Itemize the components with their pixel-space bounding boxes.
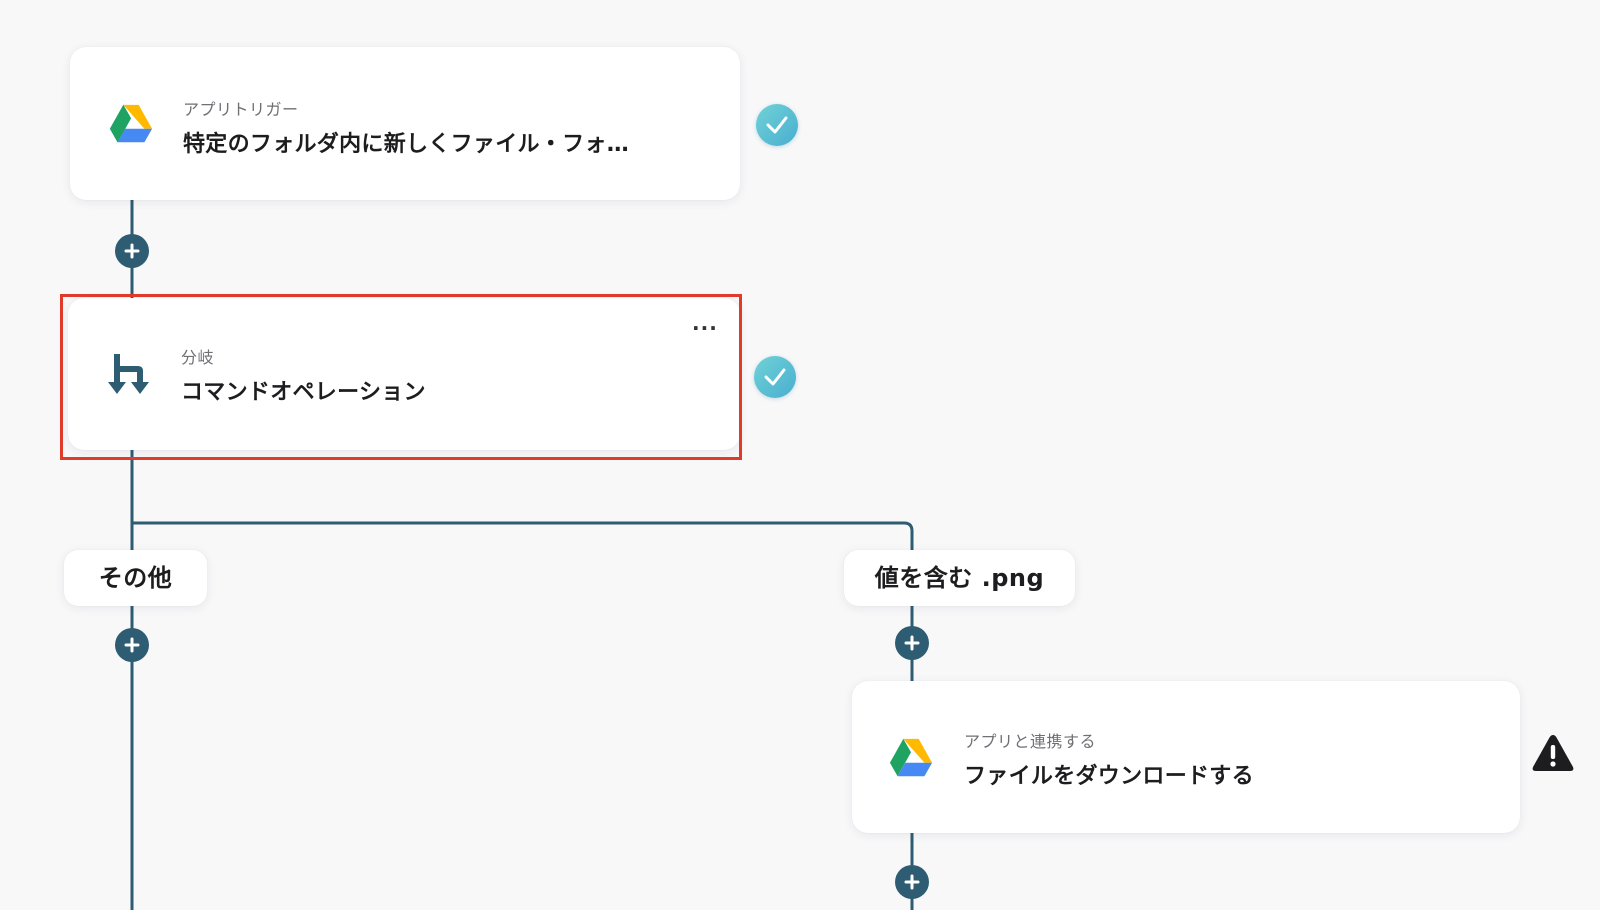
plus-icon — [904, 874, 920, 890]
branch-label-png[interactable]: 値を含む .png — [844, 550, 1075, 606]
branch-step-card[interactable]: ··· 分岐 コマンドオペレーション — [68, 298, 740, 450]
branch-label-other[interactable]: その他 — [64, 550, 207, 606]
trigger-status-badge — [756, 104, 798, 146]
download-title: ファイルをダウンロードする — [964, 764, 1254, 789]
branch-status-badge — [754, 356, 796, 398]
branch-icon — [108, 354, 149, 394]
branch-title: コマンドオペレーション — [181, 380, 426, 405]
plus-icon — [904, 635, 920, 651]
trigger-subtitle: アプリトリガー — [183, 100, 299, 119]
google-drive-icon — [109, 104, 153, 143]
check-icon — [764, 368, 786, 386]
download-step-card[interactable]: アプリと連携する ファイルをダウンロードする — [852, 681, 1520, 833]
check-icon — [766, 116, 788, 134]
google-drive-icon — [889, 738, 933, 777]
download-subtitle: アプリと連携する — [964, 732, 1097, 751]
plus-icon — [124, 243, 140, 259]
more-options-button[interactable]: ··· — [692, 316, 718, 340]
connector-branch-split — [132, 521, 914, 681]
add-step-button-after-download[interactable] — [895, 865, 929, 899]
trigger-title: 特定のフォルダ内に新しくファイル・フォ… — [183, 132, 630, 157]
warning-icon — [1532, 735, 1574, 771]
flow-canvas: アプリトリガー 特定のフォルダ内に新しくファイル・フォ… ··· 分岐 コマンド… — [0, 0, 1600, 910]
plus-icon — [124, 637, 140, 653]
trigger-step-card[interactable]: アプリトリガー 特定のフォルダ内に新しくファイル・フォ… — [70, 47, 740, 200]
add-step-button-other[interactable] — [115, 628, 149, 662]
branch-subtitle: 分岐 — [181, 348, 215, 367]
add-step-button[interactable] — [115, 234, 149, 268]
add-step-button-png[interactable] — [895, 626, 929, 660]
